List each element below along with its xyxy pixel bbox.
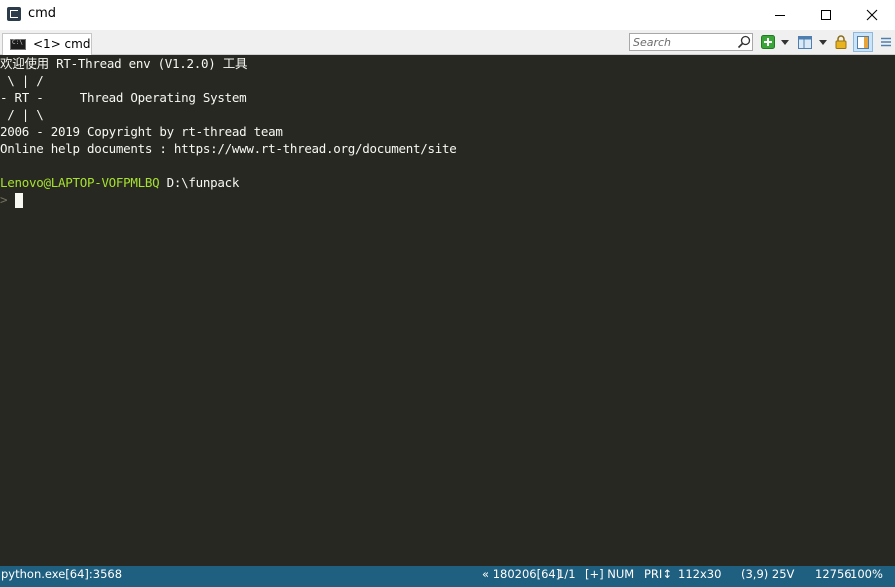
tab-label: <1> cmd [33, 37, 91, 51]
prompt-symbol: > [0, 192, 8, 207]
prompt-user: Lenovo@LAPTOP-VOFPMLBQ [0, 175, 160, 190]
close-button[interactable] [849, 0, 895, 30]
lock-button[interactable] [834, 34, 848, 50]
status-cursor-position[interactable]: (3,9) 25V [741, 566, 794, 587]
search-icon[interactable] [737, 35, 751, 49]
split-console-dropdown[interactable] [817, 34, 829, 50]
main-menu-button[interactable] [878, 34, 894, 50]
status-console-size[interactable]: 112x30 [678, 566, 721, 587]
console-icon [10, 39, 26, 50]
panel-icon [857, 35, 869, 49]
minimize-icon [775, 15, 785, 16]
console-line: - RT - Thread Operating System [0, 90, 247, 105]
console-line: 2006 - 2019 Copyright by rt-thread team [0, 124, 283, 139]
console-line: \ | / [0, 73, 44, 88]
chevron-down-icon [819, 39, 827, 45]
console-line: / | \ [0, 107, 44, 122]
search-box[interactable] [629, 33, 753, 51]
prompt-path: D:\funpack [166, 175, 240, 190]
status-pid[interactable]: 12756 [815, 566, 852, 587]
split-console-button[interactable] [797, 34, 813, 50]
maximize-button[interactable] [803, 0, 849, 30]
conemu-app-icon[interactable] [7, 7, 21, 21]
panel-view-button[interactable] [853, 32, 873, 52]
console-line: 欢迎使用 RT-Thread env (V1.2.0) 工具 [0, 56, 248, 71]
add-icon [760, 35, 775, 49]
menu-icon [881, 37, 891, 47]
minimize-button[interactable] [757, 0, 803, 30]
text-cursor [15, 193, 23, 208]
console-output[interactable]: 欢迎使用 RT-Thread env (V1.2.0) 工具 \ | / - R… [0, 55, 895, 566]
console-line: Online help documents : https://www.rt-t… [0, 141, 457, 156]
status-console-index[interactable]: 1/1 [557, 566, 576, 587]
new-console-button[interactable] [760, 34, 775, 50]
split-window-icon [798, 35, 812, 49]
search-input[interactable] [630, 34, 740, 50]
new-console-dropdown[interactable] [779, 34, 791, 50]
window-title: cmd [28, 6, 57, 21]
lock-icon [835, 35, 847, 49]
status-process[interactable]: python.exe[64]:3568 [1, 566, 122, 587]
prompt-line: Lenovo@LAPTOP-VOFPMLBQ D:\funpack [0, 174, 239, 191]
title-bar: cmd [0, 0, 895, 30]
maximize-icon [821, 10, 831, 20]
tab-cmd[interactable]: <1> cmd [2, 33, 92, 55]
chevron-down-icon [781, 39, 789, 45]
status-zoom[interactable]: 100% [850, 566, 883, 587]
status-keyboard[interactable]: [+] NUM [585, 566, 634, 587]
close-icon [866, 9, 878, 21]
status-priority[interactable]: PRI↕ [644, 566, 672, 587]
status-bar: python.exe[64]:3568 « 180206[64] 1/1 [+]… [0, 566, 895, 587]
status-build[interactable]: « 180206[64] [482, 566, 560, 587]
